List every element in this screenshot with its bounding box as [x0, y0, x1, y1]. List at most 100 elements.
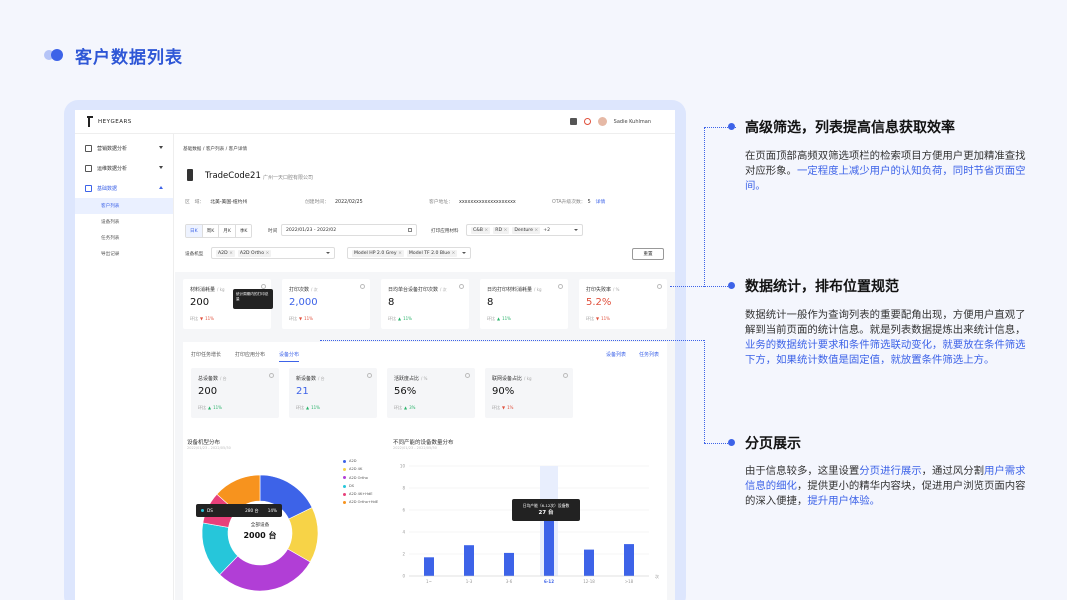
material-select[interactable]: C&B RD Denture +2 — [466, 224, 583, 236]
tab-device-dist[interactable]: 设备分布 — [279, 351, 300, 362]
stat-title: 打印失败率 / % — [586, 286, 619, 293]
help-icon[interactable] — [465, 373, 470, 378]
sidebar-item-marketing[interactable]: 营销数据分析 — [75, 138, 173, 158]
ota-detail-link[interactable]: 详情 — [596, 200, 606, 205]
tab-day[interactable]: 日K — [186, 225, 203, 237]
tab-week[interactable]: 周K — [202, 225, 220, 237]
tooltip-text: 统计周期内的打印总量 — [236, 292, 269, 301]
ota-value: 5 — [587, 200, 591, 205]
tab-month[interactable]: 月K — [219, 225, 236, 237]
task-list-link[interactable]: 任务列表 — [639, 351, 659, 358]
stat-unit: / 台 — [220, 376, 227, 381]
stat-title-text: 日均打印材料消耗量 — [487, 287, 533, 293]
help-icon[interactable] — [367, 373, 372, 378]
stat-title-text: 打印失败率 — [586, 287, 612, 293]
stat-unit: / kg — [524, 376, 532, 381]
sidebar-sub-tasks[interactable]: 任务列表 — [75, 230, 173, 246]
sidebar-sub-exports[interactable]: 导出记录 — [75, 246, 173, 262]
refresh-icon[interactable] — [583, 118, 591, 125]
sidebar-item-ops[interactable]: 运维数据分析 — [75, 158, 173, 178]
material-more: +2 — [543, 227, 551, 233]
bar-5[interactable] — [624, 544, 634, 576]
logo-text: HEYGEARS — [98, 118, 132, 125]
pie-center-value: 2000 台 — [243, 531, 277, 540]
bar-3[interactable] — [544, 519, 554, 576]
legend-item[interactable]: A2D 4K+HdE — [343, 490, 378, 498]
stat-title-text: 打印次数 — [289, 287, 310, 293]
stat-value: 8 — [388, 297, 395, 308]
stat-value: 56% — [394, 386, 417, 397]
legend-item[interactable]: A2D Ortho — [343, 474, 378, 482]
stat-title-text: 联网设备占比 — [492, 376, 523, 382]
model-chip[interactable]: Model HP 2.0 Grey — [352, 249, 404, 257]
model-select-left[interactable]: A2D A2D Ortho — [211, 247, 335, 259]
created-info: 创建时间： 2022/02/25 — [305, 198, 363, 205]
stat-tooltip: 统计周期内的打印总量 — [233, 289, 273, 309]
stat-title: 打印次数 / 次 — [289, 286, 318, 293]
help-icon[interactable] — [269, 373, 274, 378]
bar-0[interactable] — [424, 557, 434, 576]
date-range-value: 2022/01/23 - 2022/02 — [286, 227, 337, 233]
bar-2[interactable] — [504, 552, 514, 576]
help-icon[interactable] — [657, 284, 662, 289]
arrow-down-icon: ▼ — [200, 316, 204, 321]
feature-text-plain: ，通过风分割 — [921, 465, 984, 477]
arrow-up-icon: ▲ — [398, 316, 402, 321]
model-chip[interactable]: A2D Ortho — [237, 249, 272, 257]
stat-pct: 11% — [311, 405, 320, 410]
material-chip[interactable]: C&B — [471, 226, 491, 234]
material-chip[interactable]: RD — [493, 226, 510, 234]
model-chip[interactable]: Model TF 2.0 Blue — [406, 249, 458, 257]
sidebar-sub-devices[interactable]: 设备列表 — [75, 214, 173, 230]
bar-1[interactable] — [464, 545, 474, 576]
legend-item[interactable]: A2D — [343, 457, 378, 465]
sidebar-sub-customers[interactable]: 客户列表 — [75, 198, 173, 214]
stat-compare-label: 环比 — [289, 316, 297, 321]
arrow-down-icon: ▼ — [299, 316, 303, 321]
material-chip[interactable]: Denture — [512, 226, 541, 234]
legend-item[interactable]: A2D Ortho+HdE — [343, 498, 378, 506]
help-icon[interactable] — [563, 373, 568, 378]
translate-icon[interactable] — [569, 118, 577, 125]
region-value: 北美-美国-纽约州 — [210, 200, 248, 205]
model-chip[interactable]: A2D — [216, 249, 235, 257]
legend-item[interactable]: DS — [343, 482, 378, 490]
model-select-right[interactable]: Model HP 2.0 Grey Model TF 2.0 Blue — [347, 247, 471, 259]
pie-chart-title: 设备机型分布 — [187, 440, 221, 446]
date-range-picker[interactable]: 2022/01/23 - 2022/02 — [281, 224, 417, 236]
legend-label: A2D 4K+HdE — [349, 492, 373, 497]
stat-value: 8 — [487, 297, 494, 308]
avatar[interactable] — [597, 117, 607, 126]
stat-title-text: 材料消耗量 — [190, 287, 216, 293]
x-tick-label: 1-3 — [466, 579, 473, 584]
tab-quarter[interactable]: 季K — [235, 225, 252, 237]
calendar-icon — [408, 228, 412, 232]
help-icon[interactable] — [558, 284, 563, 289]
chevron-down-icon — [159, 166, 163, 169]
device-list-link[interactable]: 设备列表 — [606, 351, 626, 358]
breadcrumb: 基础数据 / 客户列表 / 客户详情 — [183, 147, 248, 152]
stat-unit: / % — [613, 287, 620, 292]
app-logo[interactable]: HEYGEARS — [85, 115, 132, 128]
help-icon[interactable] — [459, 284, 464, 289]
app-screen: HEYGEARS Sadie Kuhlman 营销数据分析 运维数据分析 基础数… — [75, 110, 675, 600]
stat-compare-label: 环比 — [388, 316, 396, 321]
feature-text-highlight: 提升用户体验。 — [807, 495, 881, 507]
user-name[interactable]: Sadie Kuhlman — [614, 119, 651, 125]
legend-item[interactable]: A2D 4K — [343, 465, 378, 473]
pie-chart-subtitle: 2022/01/23 - 2022/05/30 — [187, 446, 231, 450]
chevron-down-icon — [462, 252, 466, 254]
tab-print-apps[interactable]: 打印应用分布 — [235, 351, 265, 362]
tab-print-growth[interactable]: 打印任务增长 — [191, 351, 221, 362]
bar-4[interactable] — [584, 549, 594, 576]
help-icon[interactable] — [360, 284, 365, 289]
sidebar-item-basic[interactable]: 基础数据 — [75, 178, 173, 198]
bar-chart: 0 2 4 6 8 10 1~ 1-3 3-6 6-12 12-18 >18 次 — [400, 464, 659, 585]
stat-unit: / 次 — [440, 287, 447, 292]
legend-swatch-icon — [343, 492, 346, 496]
reset-button[interactable]: 重置 — [632, 248, 664, 260]
feature-text: 数据统计一般作为查询列表的重要配角出现，方便用户直观了解到当前页面的统计信息。就… — [745, 308, 1027, 368]
legend-label: A2D — [349, 459, 357, 463]
material-label: 打印应用材料 — [431, 229, 459, 234]
panel-links: 设备列表 任务列表 — [606, 351, 659, 358]
